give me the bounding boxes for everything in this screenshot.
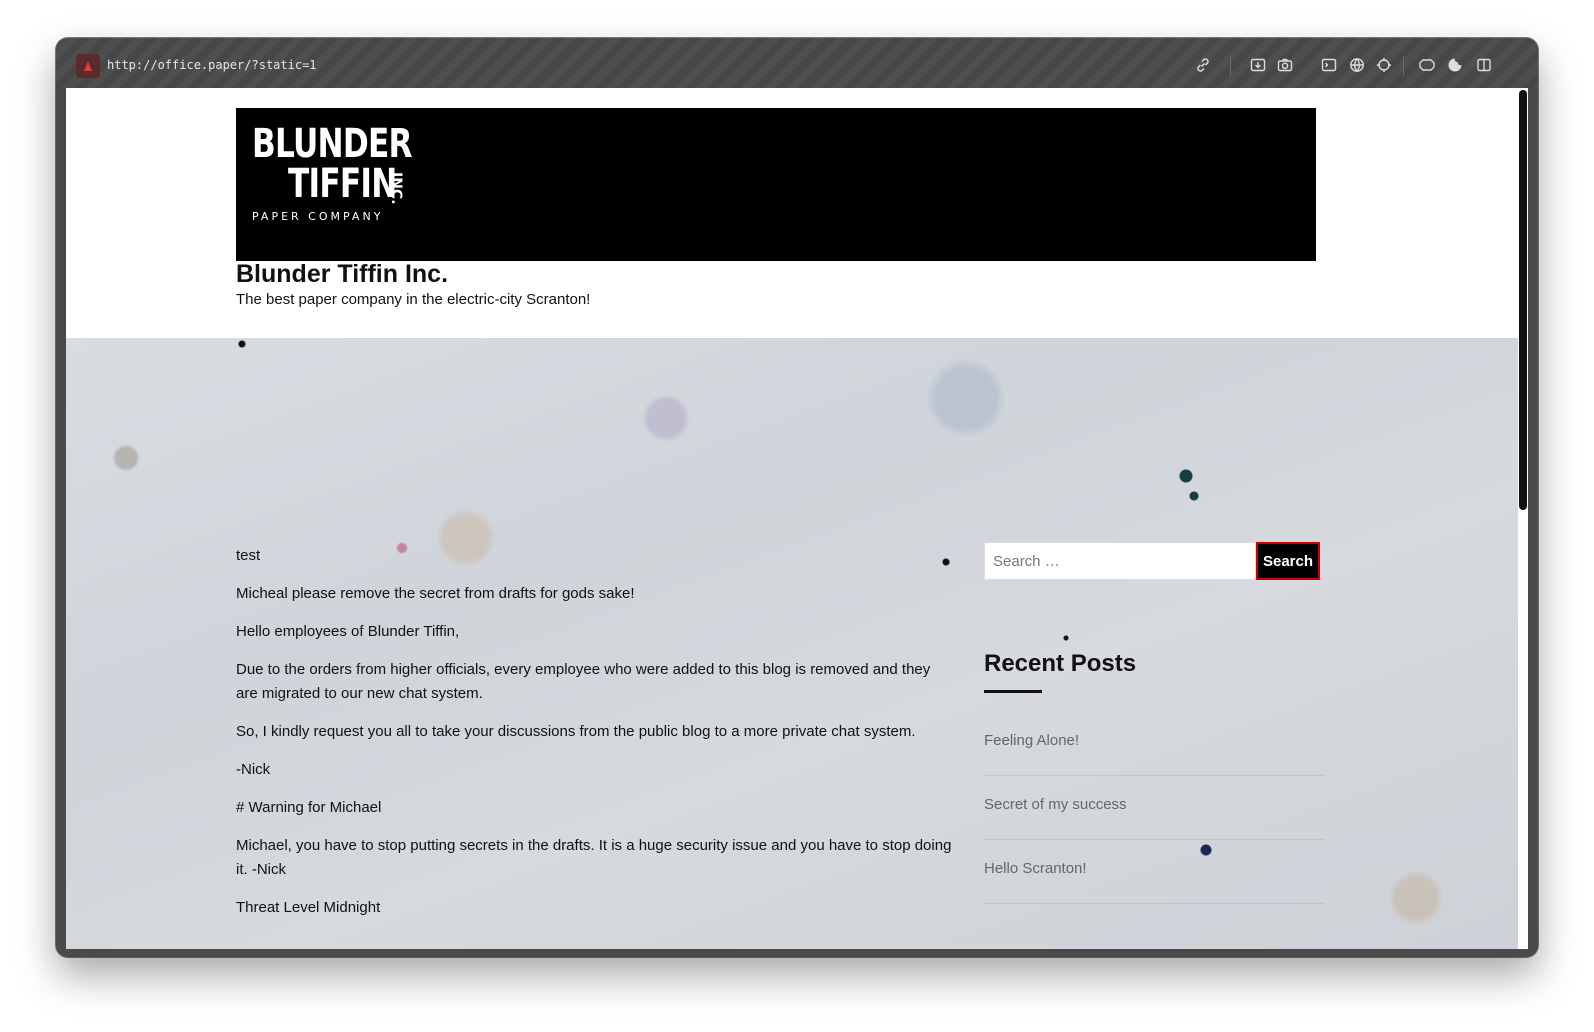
recent-post-link[interactable]: Feeling Alone! <box>984 712 1324 776</box>
site-description: The best paper company in the electric-c… <box>236 291 591 308</box>
post-paragraph: So, I kindly request you all to take you… <box>236 723 916 740</box>
recent-posts-heading: Recent Posts <box>984 650 1137 677</box>
logo-line2: TIFFIN <box>288 161 397 207</box>
crosshair-icon[interactable] <box>1375 56 1393 74</box>
globe-icon[interactable] <box>1348 56 1366 74</box>
toolbar-separator <box>1403 56 1404 76</box>
company-logo[interactable]: BLUNDER TIFFIN INC. PAPER COMPANY <box>252 124 422 234</box>
post-paragraph: Due to the orders from higher officials,… <box>236 661 931 702</box>
toolbar-separator <box>1230 56 1231 76</box>
page-viewport: BLUNDER TIFFIN INC. PAPER COMPANY Blunde… <box>66 88 1528 949</box>
post-paragraph: test <box>236 547 261 564</box>
page-scrollbar[interactable] <box>1518 88 1528 949</box>
download-icon[interactable] <box>1249 56 1267 74</box>
recent-post-link[interactable]: Hello Scranton! <box>984 840 1324 904</box>
logo-tagline: PAPER COMPANY <box>252 210 384 223</box>
link-icon[interactable] <box>1194 56 1212 74</box>
post-paragraph: Michael, you have to stop putting secret… <box>236 837 952 878</box>
scrollbar-thumb[interactable] <box>1519 90 1527 510</box>
favicon-icon <box>76 54 100 78</box>
header-banner: BLUNDER TIFFIN INC. PAPER COMPANY <box>236 108 1316 261</box>
post-paragraph: # Warning for Michael <box>236 799 382 816</box>
browser-window: http://office.paper/?static=1 BLUNDER TI… <box>56 38 1538 957</box>
post-paragraph: Hello employees of Blunder Tiffin, <box>236 623 460 640</box>
cookie-icon[interactable] <box>1446 56 1464 74</box>
post-paragraph: -Nick <box>236 761 271 778</box>
camera-icon[interactable] <box>1276 56 1294 74</box>
post-paragraph: Threat Level Midnight <box>236 899 381 916</box>
post-paragraph: Micheal please remove the secret from dr… <box>236 585 635 602</box>
recent-posts-list: Feeling Alone! Secret of my success Hell… <box>984 712 1324 904</box>
site-header: BLUNDER TIFFIN INC. PAPER COMPANY Blunde… <box>66 88 1518 338</box>
site-title[interactable]: Blunder Tiffin Inc. <box>236 260 448 289</box>
logo-inc: INC. <box>388 172 404 205</box>
logo-line1: BLUNDER <box>252 121 413 167</box>
recent-post-link[interactable]: Secret of my success <box>984 776 1324 840</box>
heading-underline <box>984 690 1042 693</box>
terminal-icon[interactable] <box>1320 56 1338 74</box>
sidebar-icon[interactable] <box>1475 56 1493 74</box>
search-button[interactable]: Search <box>1256 542 1320 580</box>
post-content: test Micheal please remove the secret fr… <box>236 544 956 934</box>
desktop: http://office.paper/?static=1 BLUNDER TI… <box>0 0 1594 1032</box>
address-bar[interactable]: http://office.paper/?static=1 <box>107 58 317 72</box>
search-input[interactable]: Search … <box>984 542 1256 580</box>
browser-toolbar: http://office.paper/?static=1 <box>56 38 1538 88</box>
extension-icon[interactable] <box>1418 56 1436 74</box>
